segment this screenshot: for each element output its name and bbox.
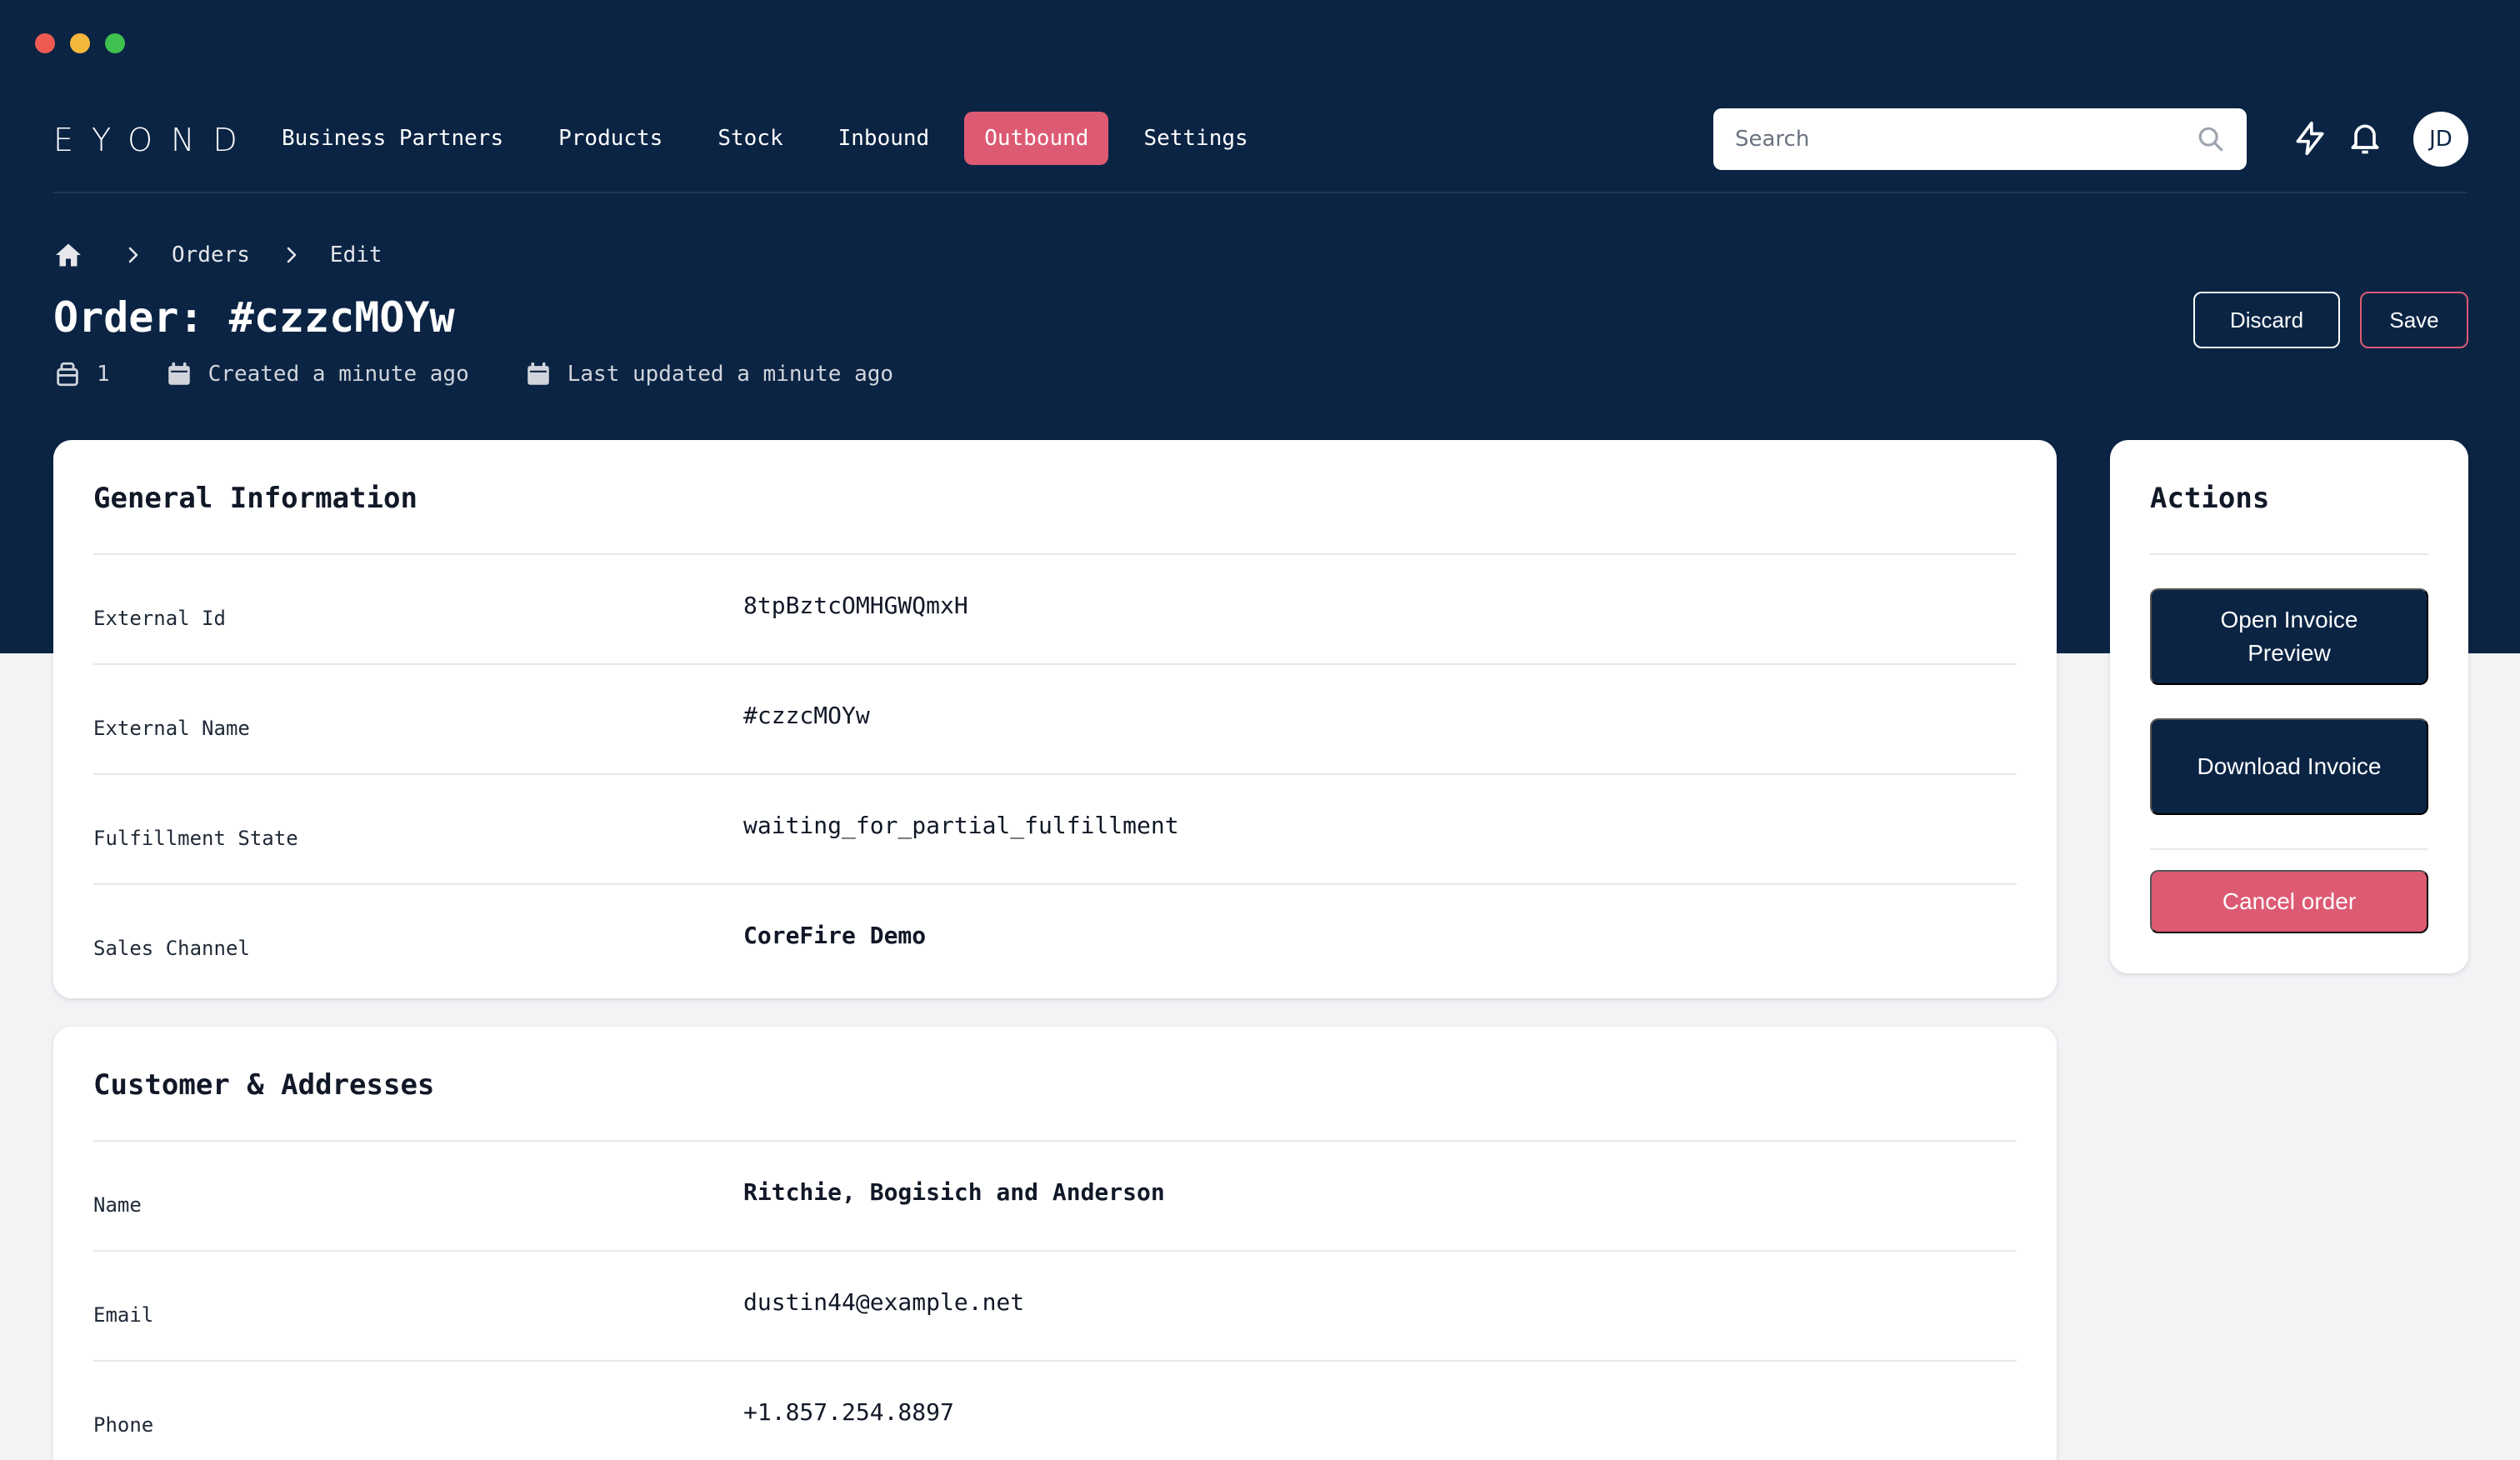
- breadcrumb-orders[interactable]: Orders: [172, 242, 250, 268]
- bell-icon[interactable]: [2347, 120, 2383, 157]
- field-row-external-id: External Id 8tpBztcOMHGWQmxH: [93, 555, 2017, 665]
- nav-item-outbound[interactable]: Outbound: [964, 112, 1109, 165]
- top-navigation: EYOND Business Partners Products Stock I…: [53, 107, 2468, 193]
- search-icon[interactable]: [2197, 125, 2225, 153]
- breadcrumb-edit: Edit: [329, 242, 382, 268]
- field-value: +1.857.254.8897: [743, 1398, 954, 1426]
- field-row-fulfillment-state: Fulfillment State waiting_for_partial_fu…: [93, 775, 2017, 885]
- nav-item-inbound[interactable]: Inbound: [818, 112, 950, 165]
- item-count: 1: [53, 360, 110, 388]
- field-value: CoreFire Demo: [743, 922, 927, 949]
- field-row-name: Name Ritchie, Bogisich and Anderson: [93, 1142, 2017, 1252]
- discard-button[interactable]: Discard: [2193, 292, 2340, 348]
- brand-logo[interactable]: EYOND: [53, 122, 256, 158]
- open-invoice-preview-button[interactable]: Open Invoice Preview: [2150, 588, 2428, 685]
- updated-text: Last updated a minute ago: [567, 362, 894, 387]
- breadcrumb: Orders Edit: [53, 240, 382, 270]
- card-divider: [2150, 553, 2428, 555]
- nav-item-settings[interactable]: Settings: [1123, 112, 1268, 165]
- window-controls: [35, 33, 125, 53]
- field-label: External Name: [93, 717, 250, 740]
- actions-title: Actions: [2150, 482, 2270, 515]
- maximize-window-button[interactable]: [105, 33, 125, 53]
- nav-item-products[interactable]: Products: [538, 112, 682, 165]
- download-invoice-button[interactable]: Download Invoice: [2150, 718, 2428, 815]
- created-at: Created a minute ago: [165, 360, 469, 388]
- field-value: #czzcMOYw: [743, 702, 870, 729]
- created-text: Created a minute ago: [208, 362, 469, 387]
- chevron-right-icon: [287, 247, 297, 263]
- customer-addresses-title: Customer & Addresses: [93, 1068, 435, 1102]
- order-meta: 1 Created a minute ago Last updated a mi…: [53, 360, 948, 388]
- cancel-order-button[interactable]: Cancel order: [2150, 870, 2428, 933]
- save-button[interactable]: Save: [2360, 292, 2468, 348]
- search-box: [1713, 108, 2247, 170]
- home-icon[interactable]: [53, 240, 83, 270]
- field-row-sales-channel: Sales Channel CoreFire Demo: [93, 885, 2017, 995]
- nav-item-stock[interactable]: Stock: [698, 112, 802, 165]
- field-value: dustin44@example.net: [743, 1288, 1025, 1316]
- chevron-right-icon: [128, 247, 138, 263]
- bolt-icon[interactable]: [2292, 120, 2328, 157]
- field-value: waiting_for_partial_fulfillment: [743, 812, 1179, 839]
- customer-addresses-card: Customer & Addresses Name Ritchie, Bogis…: [53, 1027, 2057, 1460]
- header-divider: [53, 192, 2467, 193]
- app-window: EYOND Business Partners Products Stock I…: [0, 0, 2520, 1460]
- search-input[interactable]: [1735, 127, 2197, 152]
- calendar-icon: [168, 362, 190, 385]
- field-value: Ritchie, Bogisich and Anderson: [743, 1178, 1165, 1206]
- main-nav: Business Partners Products Stock Inbound…: [262, 112, 1277, 165]
- general-information-title: General Information: [93, 482, 418, 515]
- card-divider: [2150, 848, 2428, 850]
- actions-card: Actions Open Invoice Preview Download In…: [2110, 440, 2468, 973]
- field-label: External Id: [93, 607, 226, 630]
- field-row-external-name: External Name #czzcMOYw: [93, 665, 2017, 775]
- package-icon: [57, 362, 78, 387]
- updated-at: Last updated a minute ago: [524, 360, 893, 388]
- calendar-icon: [527, 362, 549, 385]
- field-row-phone: Phone +1.857.254.8897: [93, 1362, 2017, 1460]
- field-value: 8tpBztcOMHGWQmxH: [743, 592, 968, 619]
- nav-item-business-partners[interactable]: Business Partners: [262, 112, 523, 165]
- field-label: Name: [93, 1193, 142, 1217]
- field-label: Email: [93, 1303, 154, 1327]
- minimize-window-button[interactable]: [70, 33, 90, 53]
- field-row-email: Email dustin44@example.net: [93, 1252, 2017, 1362]
- user-avatar[interactable]: JD: [2413, 112, 2468, 167]
- field-label: Phone: [93, 1413, 154, 1437]
- field-label: Fulfillment State: [93, 827, 298, 850]
- item-count-value: 1: [97, 362, 110, 387]
- close-window-button[interactable]: [35, 33, 55, 53]
- page-title: Order: #czzcMOYw: [53, 293, 455, 342]
- field-label: Sales Channel: [93, 937, 250, 960]
- general-information-card: General Information External Id 8tpBztcO…: [53, 440, 2057, 998]
